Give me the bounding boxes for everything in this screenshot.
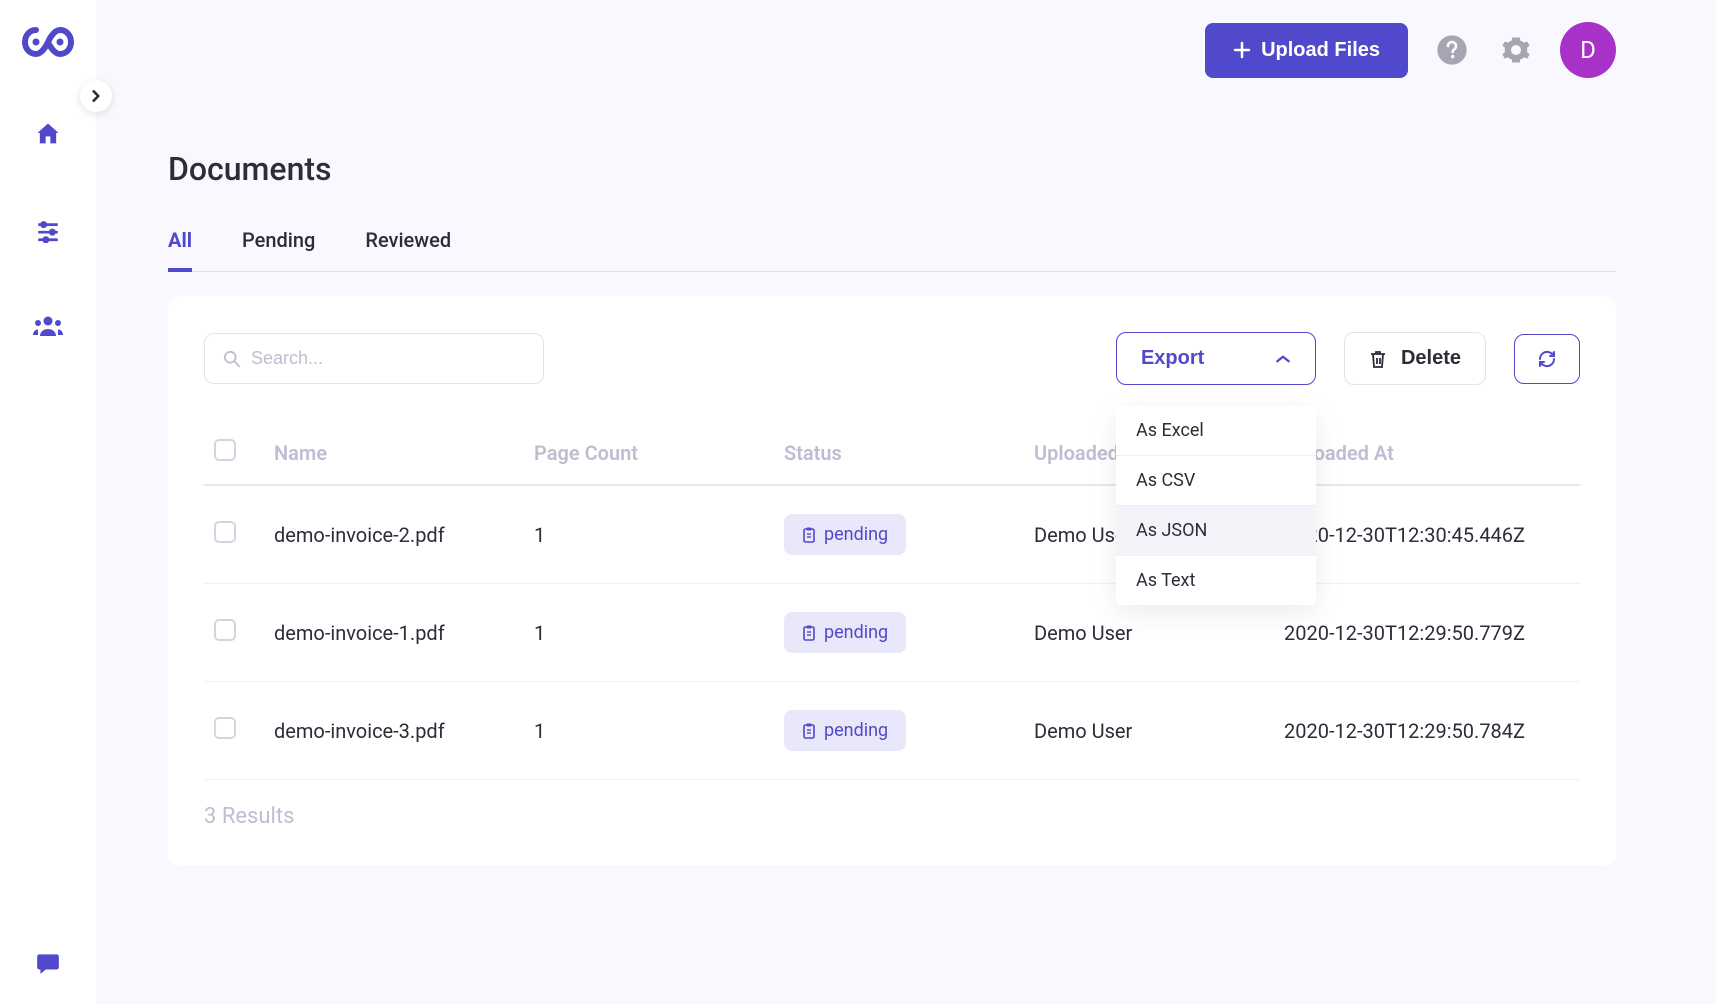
cell-uploaded-at: 2020-12-30T12:30:45.446Z [1274, 485, 1580, 584]
documents-card: Export As Excel As CSV As JSON As Text D… [168, 296, 1616, 865]
topbar: Upload Files D [168, 0, 1616, 100]
sidebar-users-icon[interactable] [24, 302, 72, 350]
status-text: pending [824, 622, 888, 643]
tab-all[interactable]: All [168, 228, 192, 272]
export-label: Export [1141, 347, 1204, 370]
gear-icon[interactable] [1496, 30, 1536, 70]
status-text: pending [824, 524, 888, 545]
help-icon[interactable] [1432, 30, 1472, 70]
plus-icon [1233, 41, 1251, 59]
export-option-excel[interactable]: As Excel [1116, 406, 1316, 456]
col-header-uploaded-at[interactable]: Uploaded At [1274, 421, 1580, 485]
tab-pending[interactable]: Pending [242, 228, 315, 271]
delete-label: Delete [1401, 347, 1461, 370]
documents-table: Name Page Count Status Uploaded By Uploa… [204, 421, 1580, 780]
col-header-checkbox [204, 421, 264, 485]
sidebar-chat-icon[interactable] [35, 950, 61, 976]
sidebar-settings-icon[interactable] [24, 206, 72, 254]
row-checkbox[interactable] [214, 717, 236, 739]
status-badge: pending [784, 612, 906, 653]
cell-uploaded-at: 2020-12-30T12:29:50.779Z [1274, 584, 1580, 682]
action-buttons: Export As Excel As CSV As JSON As Text D… [1116, 332, 1580, 385]
export-button[interactable]: Export [1116, 332, 1316, 385]
page-title: Documents [168, 150, 1616, 188]
cell-page-count: 1 [524, 682, 774, 780]
tabs: All Pending Reviewed [168, 228, 1616, 272]
table-row[interactable]: demo-invoice-2.pdf 1 pending Demo User 2… [204, 485, 1580, 584]
search-icon [223, 350, 241, 368]
row-checkbox[interactable] [214, 521, 236, 543]
status-badge: pending [784, 514, 906, 555]
action-row: Export As Excel As CSV As JSON As Text D… [204, 332, 1580, 385]
export-option-json[interactable]: As JSON [1116, 506, 1316, 556]
table-row[interactable]: demo-invoice-1.pdf 1 pending Demo User 2… [204, 584, 1580, 682]
refresh-icon [1537, 349, 1557, 369]
clipboard-icon [802, 527, 816, 543]
cell-name: demo-invoice-2.pdf [264, 485, 524, 584]
cell-name: demo-invoice-1.pdf [264, 584, 524, 682]
sidebar [0, 0, 96, 1004]
col-header-name[interactable]: Name [264, 421, 524, 485]
status-badge: pending [784, 710, 906, 751]
status-text: pending [824, 720, 888, 741]
export-option-csv[interactable]: As CSV [1116, 456, 1316, 506]
select-all-checkbox[interactable] [214, 439, 236, 461]
cell-uploaded-at: 2020-12-30T12:29:50.784Z [1274, 682, 1580, 780]
export-dropdown: As Excel As CSV As JSON As Text [1116, 406, 1316, 605]
cell-uploaded-by: Demo User [1024, 682, 1274, 780]
upload-label: Upload Files [1261, 39, 1380, 62]
cell-name: demo-invoice-3.pdf [264, 682, 524, 780]
upload-files-button[interactable]: Upload Files [1205, 23, 1408, 78]
export-option-text[interactable]: As Text [1116, 556, 1316, 605]
tab-reviewed[interactable]: Reviewed [365, 228, 451, 271]
col-header-status[interactable]: Status [774, 421, 1024, 485]
trash-icon [1369, 349, 1387, 369]
search-box[interactable] [204, 333, 544, 384]
results-count: 3 Results [204, 804, 1580, 829]
search-input[interactable] [251, 348, 525, 369]
refresh-button[interactable] [1514, 334, 1580, 384]
clipboard-icon [802, 723, 816, 739]
cell-page-count: 1 [524, 584, 774, 682]
row-checkbox[interactable] [214, 619, 236, 641]
avatar-initial: D [1580, 36, 1596, 64]
sidebar-home-icon[interactable] [24, 110, 72, 158]
avatar[interactable]: D [1560, 22, 1616, 78]
clipboard-icon [802, 625, 816, 641]
chevron-up-icon [1275, 354, 1291, 364]
main-content: Upload Files D Documents All Pending Rev… [96, 0, 1716, 865]
delete-button[interactable]: Delete [1344, 332, 1486, 385]
cell-page-count: 1 [524, 485, 774, 584]
sidebar-expand-toggle[interactable] [80, 80, 112, 112]
table-row[interactable]: demo-invoice-3.pdf 1 pending Demo User 2… [204, 682, 1580, 780]
logo-icon [22, 24, 74, 60]
col-header-page-count[interactable]: Page Count [524, 421, 774, 485]
